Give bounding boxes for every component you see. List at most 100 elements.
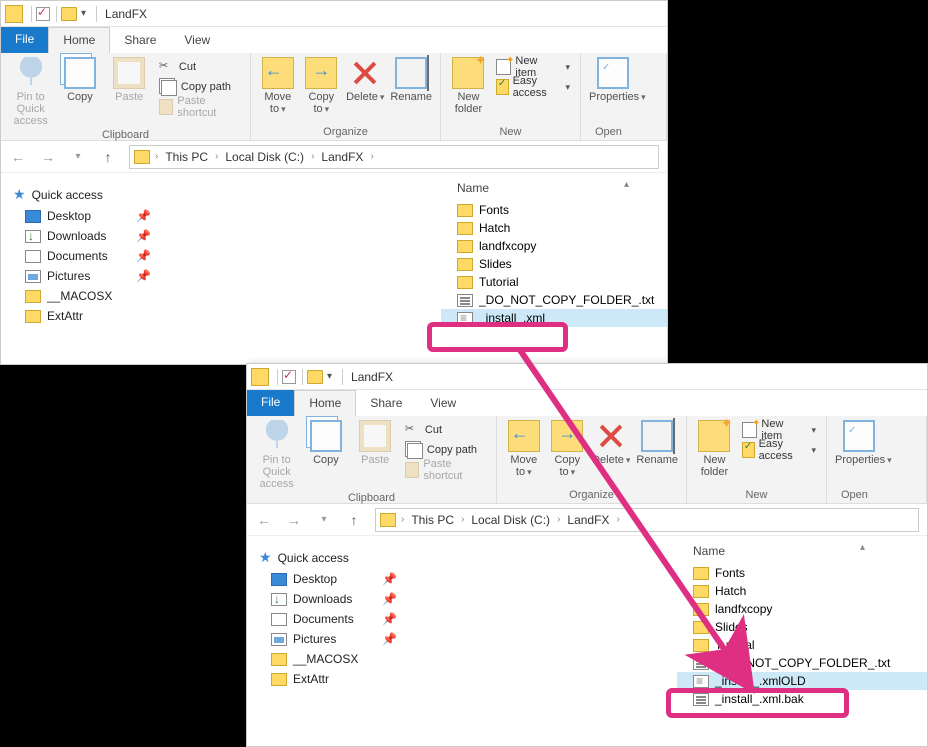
file-row[interactable]: _DO_NOT_COPY_FOLDER_.txt — [677, 654, 927, 672]
tab-file[interactable]: File — [247, 390, 294, 416]
sidebar-item-downloads[interactable]: Downloads📌 — [7, 226, 185, 246]
file-row[interactable]: _install_.xml — [441, 309, 667, 327]
nav-up-button[interactable]: ↑ — [345, 512, 363, 528]
nav-up-button[interactable]: ↑ — [99, 149, 117, 165]
nav-recent-button[interactable]: ▾ — [69, 151, 87, 162]
sidebar-item-downloads[interactable]: Downloads📌 — [253, 589, 431, 609]
tab-view[interactable]: View — [416, 390, 470, 416]
easy-access-button[interactable]: Easy access▾ — [494, 77, 572, 97]
pin-to-quick-access-button[interactable]: Pin to Quick access — [9, 57, 52, 127]
breadcrumb-item[interactable]: Local Disk (C:) — [223, 150, 306, 164]
sidebar-item-pictures[interactable]: Pictures📌 — [253, 629, 431, 649]
chevron-right-icon[interactable]: › — [308, 151, 317, 162]
file-row[interactable]: _install_.xmlOLD — [677, 672, 927, 690]
qat-properties-icon[interactable] — [282, 370, 296, 384]
paste-shortcut-button[interactable]: Paste shortcut — [403, 460, 488, 480]
new-folder-button[interactable]: New folder — [695, 420, 734, 480]
column-headers[interactable]: Name▴ — [441, 179, 667, 201]
file-list-pane[interactable]: Name▴ FontsHatchlandfxcopySlidesTutorial… — [437, 536, 927, 746]
file-row[interactable]: landfxcopy — [677, 600, 927, 618]
navigation-pane[interactable]: ★Quick access Desktop📌 Downloads📌 Docume… — [247, 536, 437, 746]
file-row[interactable]: _install_.xml.bak — [677, 690, 927, 708]
sidebar-item-pictures[interactable]: Pictures📌 — [7, 266, 185, 286]
sidebar-item-desktop[interactable]: Desktop📌 — [253, 569, 431, 589]
breadcrumb-item[interactable]: LandFX — [565, 513, 611, 527]
chevron-right-icon[interactable]: › — [613, 514, 622, 525]
nav-forward-button[interactable]: → — [285, 512, 303, 528]
nav-back-button[interactable]: ← — [255, 512, 273, 528]
sidebar-item-macosx[interactable]: __MACOSX — [7, 286, 185, 306]
delete-button[interactable]: Delete▾ — [592, 420, 630, 480]
file-row[interactable]: Hatch — [441, 219, 667, 237]
file-row[interactable]: landfxcopy — [441, 237, 667, 255]
pin-to-quick-access-button[interactable]: Pin to Quick access — [255, 420, 298, 490]
cut-button[interactable]: Cut — [157, 57, 242, 77]
cut-button[interactable]: Cut — [403, 420, 488, 440]
qat-newfolder-icon[interactable] — [307, 370, 323, 384]
breadcrumb-item[interactable]: This PC — [163, 150, 210, 164]
sidebar-item-extattr[interactable]: ExtAttr — [7, 306, 185, 326]
paste-button[interactable]: Paste — [354, 420, 397, 480]
properties-button[interactable]: Properties▾ — [835, 420, 883, 480]
column-headers[interactable]: Name▴ — [677, 542, 927, 564]
tab-share[interactable]: Share — [356, 390, 416, 416]
move-to-button[interactable]: Move to▾ — [259, 57, 297, 117]
chevron-right-icon[interactable]: › — [367, 151, 376, 162]
paste-shortcut-button[interactable]: Paste shortcut — [157, 97, 242, 117]
chevron-right-icon[interactable]: › — [458, 514, 467, 525]
nav-back-button[interactable]: ← — [9, 149, 27, 165]
file-list-pane[interactable]: Name▴ FontsHatchlandfxcopySlidesTutorial… — [191, 173, 667, 364]
window-titlebar[interactable]: ▾ LandFX — [1, 1, 667, 27]
chevron-right-icon[interactable]: › — [398, 514, 407, 525]
qat-dropdown-icon[interactable]: ▾ — [81, 8, 86, 19]
file-row[interactable]: Hatch — [677, 582, 927, 600]
file-row[interactable]: _DO_NOT_COPY_FOLDER_.txt — [441, 291, 667, 309]
new-folder-button[interactable]: New folder — [449, 57, 488, 117]
qat-dropdown-icon[interactable]: ▾ — [327, 371, 332, 382]
column-name[interactable]: Name▴ — [693, 544, 873, 558]
qat-newfolder-icon[interactable] — [61, 7, 77, 21]
rename-button[interactable]: Rename — [390, 57, 432, 117]
breadcrumb-item[interactable]: Local Disk (C:) — [469, 513, 552, 527]
file-row[interactable]: Slides — [677, 618, 927, 636]
column-name[interactable]: Name▴ — [457, 181, 637, 195]
sidebar-item-desktop[interactable]: Desktop📌 — [7, 206, 185, 226]
chevron-right-icon[interactable]: › — [152, 151, 161, 162]
breadcrumb[interactable]: › This PC › Local Disk (C:) › LandFX › — [375, 508, 919, 532]
file-row[interactable]: Tutorial — [677, 636, 927, 654]
new-item-button[interactable]: New item▾ — [740, 420, 818, 440]
breadcrumb-item[interactable]: LandFX — [319, 150, 365, 164]
copy-path-button[interactable]: Copy path — [157, 77, 242, 97]
file-row[interactable]: Tutorial — [441, 273, 667, 291]
nav-forward-button[interactable]: → — [39, 149, 57, 165]
new-item-button[interactable]: New item▾ — [494, 57, 572, 77]
copy-button[interactable]: Copy — [58, 57, 101, 117]
copy-to-button[interactable]: Copy to▾ — [303, 57, 341, 117]
sidebar-item-documents[interactable]: Documents📌 — [7, 246, 185, 266]
qat-properties-icon[interactable] — [36, 7, 50, 21]
tab-home[interactable]: Home — [294, 390, 356, 416]
properties-button[interactable]: Properties▾ — [589, 57, 637, 117]
copy-to-button[interactable]: Copy to▾ — [549, 420, 587, 480]
breadcrumb-item[interactable]: This PC — [409, 513, 456, 527]
copy-button[interactable]: Copy — [304, 420, 347, 480]
window-titlebar[interactable]: ▾ LandFX — [247, 364, 927, 390]
chevron-right-icon[interactable]: › — [554, 514, 563, 525]
file-row[interactable]: Slides — [441, 255, 667, 273]
tab-view[interactable]: View — [170, 27, 224, 53]
sidebar-item-documents[interactable]: Documents📌 — [253, 609, 431, 629]
easy-access-button[interactable]: Easy access▾ — [740, 440, 818, 460]
sidebar-item-macosx[interactable]: __MACOSX — [253, 649, 431, 669]
paste-button[interactable]: Paste — [108, 57, 151, 117]
sidebar-item-quick-access[interactable]: ★Quick access — [253, 546, 431, 569]
file-row[interactable]: Fonts — [677, 564, 927, 582]
file-row[interactable]: Fonts — [441, 201, 667, 219]
sidebar-item-extattr[interactable]: ExtAttr — [253, 669, 431, 689]
tab-file[interactable]: File — [1, 27, 48, 53]
chevron-right-icon[interactable]: › — [212, 151, 221, 162]
sidebar-item-quick-access[interactable]: ★Quick access — [7, 183, 185, 206]
rename-button[interactable]: Rename — [636, 420, 678, 480]
tab-home[interactable]: Home — [48, 27, 110, 53]
nav-recent-button[interactable]: ▾ — [315, 514, 333, 525]
delete-button[interactable]: Delete▾ — [346, 57, 384, 117]
